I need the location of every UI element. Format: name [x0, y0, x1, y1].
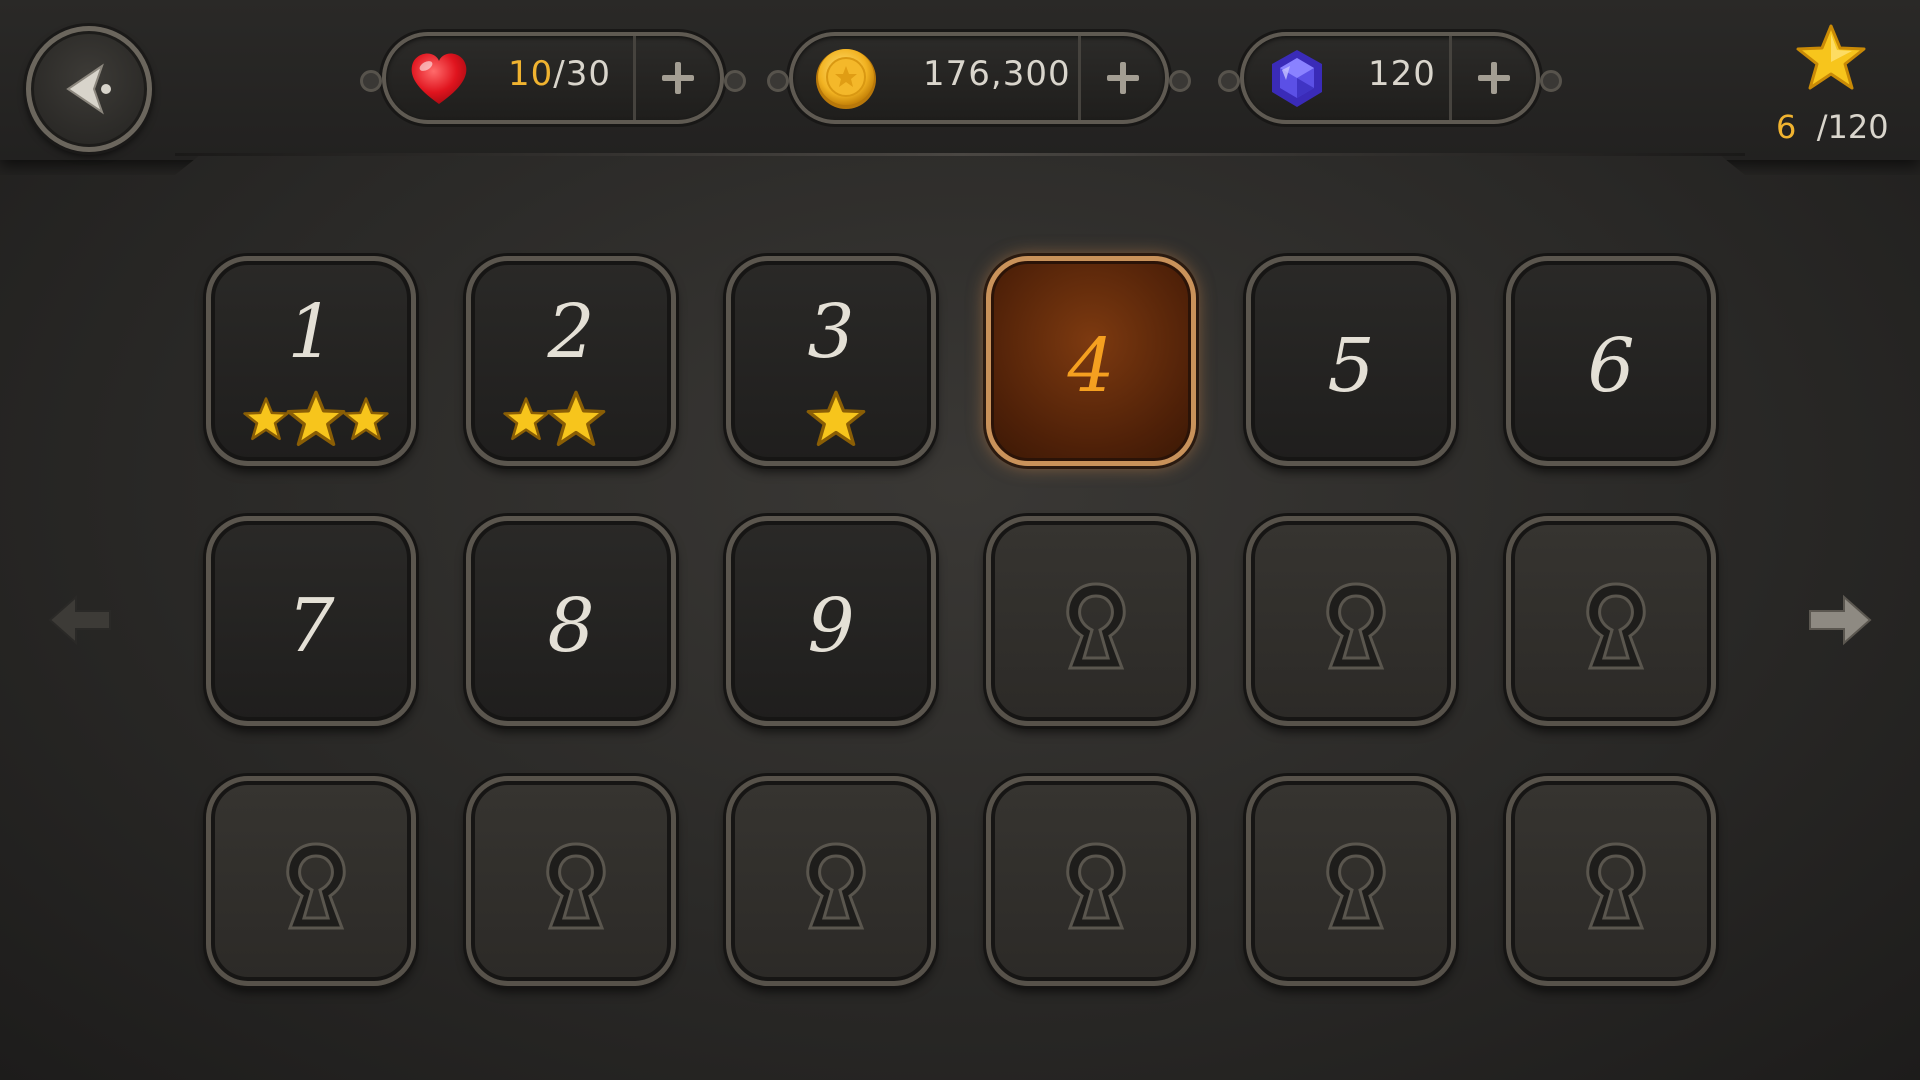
- back-arrow-icon: [66, 63, 111, 115]
- level-number: 8: [547, 583, 595, 669]
- next-page-button[interactable]: [1804, 585, 1874, 655]
- level-tile-7[interactable]: 7: [206, 516, 416, 726]
- star-icon: [546, 390, 606, 446]
- star-icon: [286, 390, 346, 446]
- prev-page-button[interactable]: [46, 585, 116, 655]
- add-lives-button[interactable]: [633, 36, 720, 120]
- heart-icon: [411, 53, 467, 104]
- stars-max: /120: [1816, 108, 1889, 146]
- lives-bolt-left: [360, 70, 382, 92]
- level-tile-3[interactable]: 3: [726, 256, 936, 466]
- level-tile-2[interactable]: 2: [466, 256, 676, 466]
- gems-counter: 120: [1218, 32, 1562, 124]
- star-icon: [503, 397, 549, 441]
- lives-counter: 10/30: [360, 32, 746, 124]
- plus-icon: [662, 62, 694, 94]
- level-tile-locked: [1506, 776, 1716, 986]
- keyhole-lock-icon: [1586, 582, 1646, 670]
- coins-counter: 176,300: [767, 32, 1191, 124]
- level-tile-locked: [1246, 776, 1456, 986]
- gems-value: 120: [1368, 54, 1436, 94]
- level-tile-locked: [986, 516, 1196, 726]
- level-tile-locked: [206, 776, 416, 986]
- level-tile-8[interactable]: 8: [466, 516, 676, 726]
- total-stars-value: 6 /120: [1776, 108, 1889, 146]
- gems-bolt-left: [1218, 70, 1240, 92]
- left-arrow-icon: [48, 594, 111, 646]
- level-tile-locked: [1246, 516, 1456, 726]
- star-icon: [243, 397, 289, 441]
- lives-current: 10: [508, 54, 554, 94]
- star-icon: [1796, 24, 1866, 90]
- coins-value: 176,300: [923, 54, 1071, 94]
- stars-current: 6: [1776, 108, 1797, 146]
- lives-max: /30: [553, 54, 611, 94]
- star-icon: [806, 390, 866, 446]
- gem-icon: [1272, 50, 1322, 107]
- coins-bolt-left: [767, 70, 789, 92]
- level-tile-5[interactable]: 5: [1246, 256, 1456, 466]
- level-tile-6[interactable]: 6: [1506, 256, 1716, 466]
- add-gems-button[interactable]: [1449, 36, 1536, 120]
- level-number: 2: [547, 289, 595, 375]
- gems-bolt-right: [1540, 70, 1562, 92]
- level-number: 7: [287, 583, 335, 669]
- keyhole-lock-icon: [1326, 842, 1386, 930]
- star-icon: [343, 397, 389, 441]
- level-tile-1[interactable]: 1: [206, 256, 416, 466]
- level-tile-locked: [726, 776, 936, 986]
- plus-icon: [1478, 62, 1510, 94]
- keyhole-lock-icon: [1326, 582, 1386, 670]
- coin-icon: [816, 49, 876, 109]
- level-tile-locked: [986, 776, 1196, 986]
- level-tile-4[interactable]: 4: [986, 256, 1196, 466]
- level-tile-locked: [1506, 516, 1716, 726]
- total-stars: 6 /120: [1770, 22, 1900, 152]
- level-stars: [731, 389, 931, 451]
- lives-bolt-right: [724, 70, 746, 92]
- keyhole-lock-icon: [546, 842, 606, 930]
- level-number: 5: [1327, 323, 1375, 409]
- keyhole-lock-icon: [1066, 582, 1126, 670]
- level-number: 9: [807, 583, 855, 669]
- level-tile-locked: [466, 776, 676, 986]
- level-number: 1: [287, 289, 335, 375]
- right-arrow-icon: [1809, 594, 1872, 646]
- lives-value: 10/30: [508, 54, 611, 94]
- add-coins-button[interactable]: [1078, 36, 1165, 120]
- keyhole-lock-icon: [286, 842, 346, 930]
- keyhole-lock-icon: [1066, 842, 1126, 930]
- level-tile-9[interactable]: 9: [726, 516, 936, 726]
- top-bar-edge: [175, 153, 1745, 156]
- keyhole-lock-icon: [806, 842, 866, 930]
- coins-bolt-right: [1169, 70, 1191, 92]
- level-number: 4: [1067, 323, 1115, 409]
- plus-icon: [1107, 62, 1139, 94]
- level-number: 3: [807, 289, 855, 375]
- level-stars: [211, 389, 411, 451]
- level-stars: [471, 389, 671, 451]
- back-button[interactable]: [26, 26, 152, 152]
- level-number: 6: [1587, 323, 1635, 409]
- keyhole-lock-icon: [1586, 842, 1646, 930]
